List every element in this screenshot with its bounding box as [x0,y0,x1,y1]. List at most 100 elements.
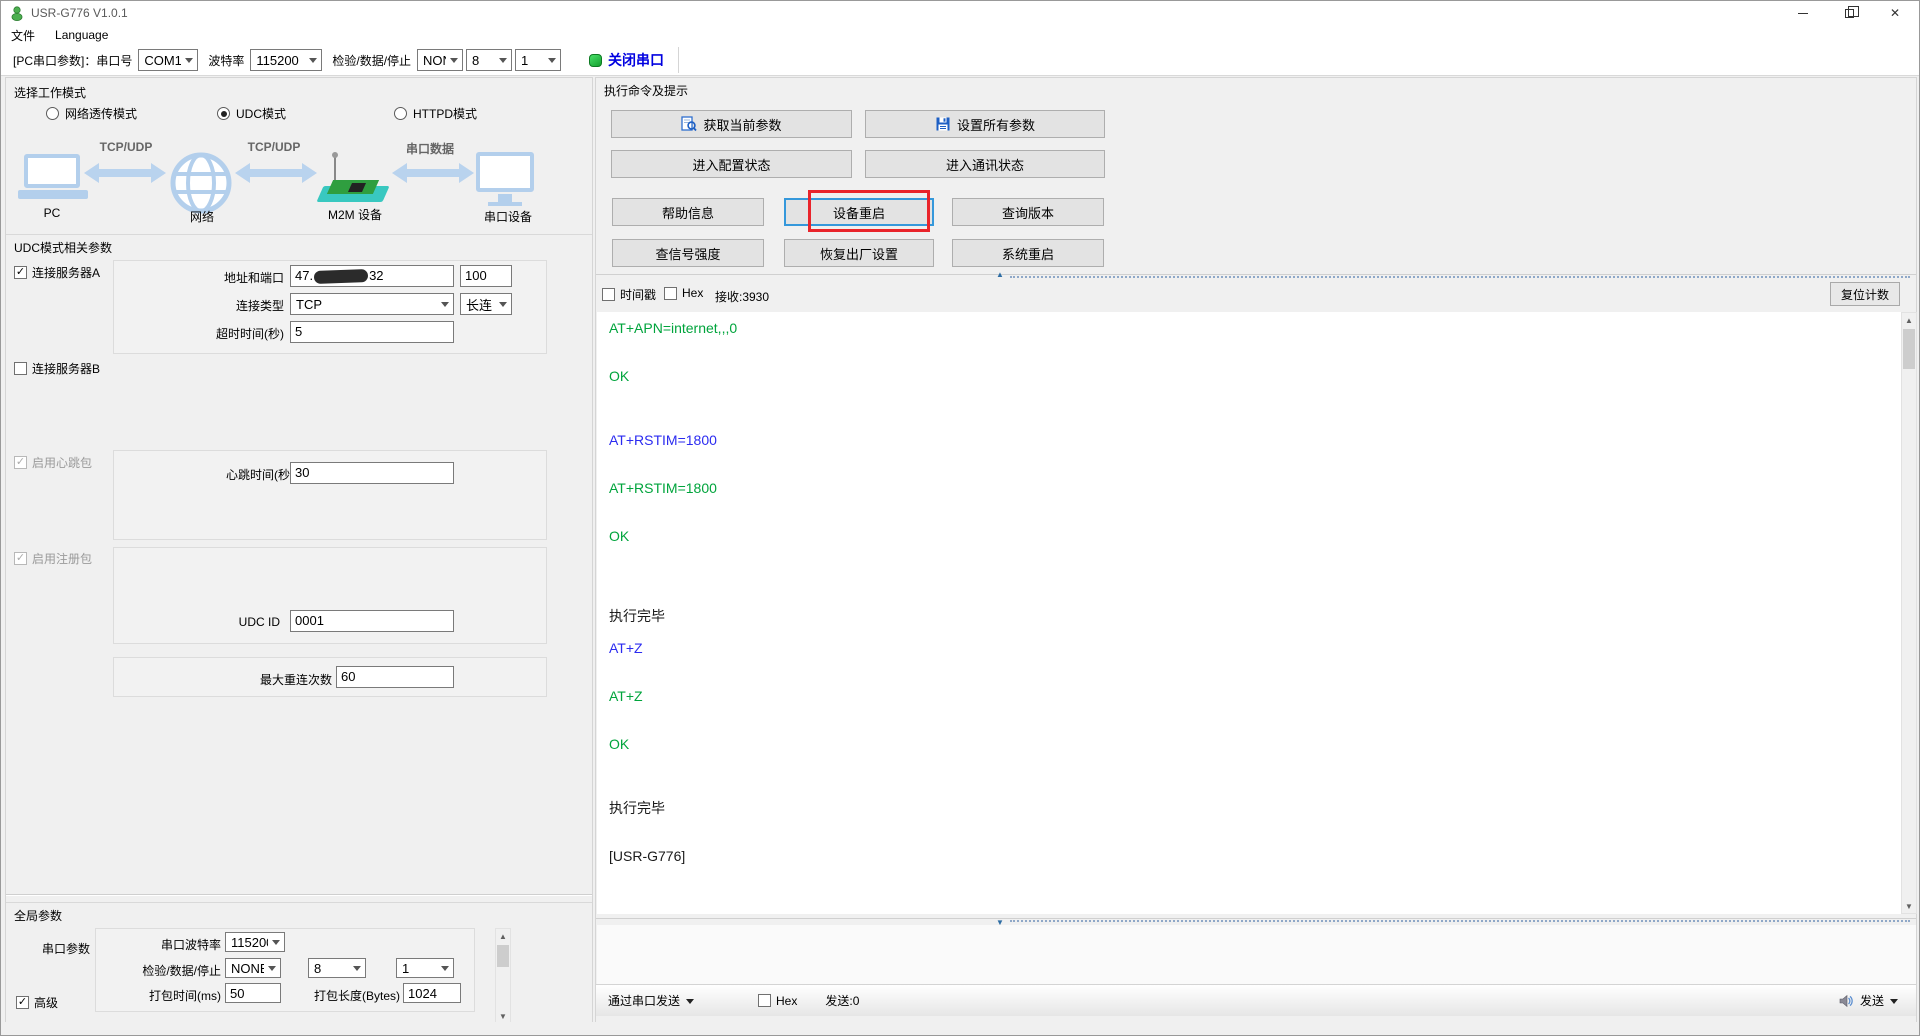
send-audio-icon [1839,994,1853,1007]
global-parity-select[interactable]: NONE [225,958,281,978]
send-button[interactable]: 发送 [1860,992,1884,1009]
radio-udc-mode[interactable]: UDC模式 [217,105,286,122]
receive-log[interactable]: AT+APN=internet,,,0 OK AT+RSTIM=1800 AT+… [597,312,1901,914]
pc-serial-label: [PC串口参数]：串口号 [13,53,133,68]
log-bottom-splitter[interactable]: ▼ [596,918,1916,927]
scroll-up-icon[interactable]: ▲ [1902,313,1916,327]
reconnect-label: 最大重连次数 [259,673,332,687]
chevron-down-icon [441,302,449,311]
checkbox-server-b[interactable]: 连接服务器B [14,360,100,377]
log-scrollbar[interactable]: ▲ ▼ [1901,312,1917,914]
heartbeat-time-input[interactable]: 30 [290,462,454,484]
log-top-splitter[interactable]: ▲ [596,270,1916,280]
checkbox-regpack[interactable]: 启用注册包 [14,550,92,567]
radio-net-transparent-mode[interactable]: 网络透传模式 [46,105,137,122]
set-all-params-button[interactable]: 设置所有参数 [865,110,1105,138]
global-databits-select[interactable]: 8 [308,958,366,978]
radio-httpd-mode[interactable]: HTTPD模式 [394,105,477,122]
work-mode-caption: 选择工作模式 [14,86,87,100]
checkbox-icon [664,286,677,300]
udcid-label: UDC ID [238,615,280,629]
checkbox-timestamp[interactable]: 时间戳 [602,286,656,303]
parity-select[interactable]: NONI [417,49,464,71]
window-title: USR-G776 V1.0.1 [31,6,128,20]
app-window: USR-G776 V1.0.1 ✕ 文件 Language [PC串口参数]：串… [0,0,1920,1036]
scroll-up-icon[interactable]: ▲ [496,929,510,943]
timeout-input[interactable]: 5 [290,321,454,343]
databits-select[interactable]: 8 [466,49,513,71]
pack-len-input[interactable]: 1024 [403,983,461,1003]
global-scrollbar[interactable]: ▲ ▼ [495,928,511,1024]
addr-label: 地址和端口 [223,271,284,285]
keepalive-select[interactable]: 长连 [460,293,512,315]
enter-config-state-button[interactable]: 进入配置状态 [611,150,852,178]
menu-bar: 文件 Language [1,25,1919,45]
node-label-pc: PC [43,206,61,220]
query-signal-button[interactable]: 查信号强度 [612,239,764,267]
enter-comm-state-button[interactable]: 进入通讯状态 [865,150,1105,178]
menu-language[interactable]: Language [55,28,108,42]
checkbox-advanced[interactable]: 高级 [16,994,58,1011]
global-stopbits-select[interactable]: 1 [396,958,454,978]
checkbox-server-a[interactable]: 连接服务器A [14,264,100,281]
close-button[interactable]: ✕ [1872,1,1918,25]
help-info-button[interactable]: 帮助信息 [612,198,764,226]
chevron-down-icon[interactable] [686,998,695,1008]
send-via-dropdown[interactable]: 通过串口发送 [608,992,680,1009]
node-label-network: 网络 [189,210,214,224]
reset-counter-button[interactable]: 复位计数 [1830,282,1901,306]
scrollbar-thumb[interactable] [1903,329,1915,369]
network-globe-icon [170,152,232,214]
scroll-down-icon[interactable]: ▼ [496,1009,510,1023]
server-a-address-input[interactable]: 47. 32 [290,265,454,287]
restore-button[interactable] [1826,1,1872,25]
timeout-label: 超时时间(秒) [216,327,284,341]
horizontal-splitter[interactable] [6,894,592,896]
menu-file[interactable]: 文件 [11,27,35,44]
send-input-area[interactable] [597,925,1916,984]
global-baud-select[interactable]: 115200 [225,932,285,952]
scroll-down-icon[interactable]: ▼ [1902,899,1916,913]
serial-toolbar: [PC串口参数]：串口号 COM10 波特率 115200 检验/数据/停止 N… [1,45,1919,76]
com-port-select[interactable]: COM10 [138,49,199,71]
send-bar: 通过串口发送 Hex 发送:0 发送 [596,984,1916,1016]
system-restart-button[interactable]: 系统重启 [952,239,1104,267]
close-port-button[interactable]: 关闭串口 [608,50,664,70]
pack-time-input[interactable]: 50 [225,983,281,1003]
udcid-input[interactable]: 0001 [290,610,454,632]
factory-reset-button[interactable]: 恢复出厂设置 [784,239,934,267]
log-line: [USR-G776] [609,848,686,864]
chevron-down-icon [548,58,557,67]
checkbox-recv-hex[interactable]: Hex [664,286,703,300]
checkbox-send-hex[interactable]: Hex [758,994,797,1008]
chevron-down-icon[interactable] [1890,998,1898,1008]
checkbox-icon [14,456,27,469]
checkbox-heartbeat[interactable]: 启用心跳包 [14,454,92,471]
baud-label: 波特率 [208,53,245,68]
query-version-button[interactable]: 查询版本 [952,198,1104,226]
minimize-button[interactable] [1780,1,1826,25]
connection-type-select[interactable]: TCP [290,293,454,315]
get-params-button[interactable]: 获取当前参数 [611,110,852,138]
chevron-down-icon [272,940,280,949]
scrollbar-thumb[interactable] [497,945,509,967]
section-divider [6,902,592,903]
log-line: OK [609,736,630,752]
baud-select[interactable]: 115200 [250,49,323,71]
checkbox-icon [602,288,615,301]
server-a-port-input[interactable]: 100 [460,265,512,287]
stopbits-select[interactable]: 1 [515,49,562,71]
close-icon: ✕ [1889,6,1901,20]
collapse-up-icon[interactable]: ▲ [996,270,1004,279]
reconnect-input[interactable]: 60 [336,666,454,688]
